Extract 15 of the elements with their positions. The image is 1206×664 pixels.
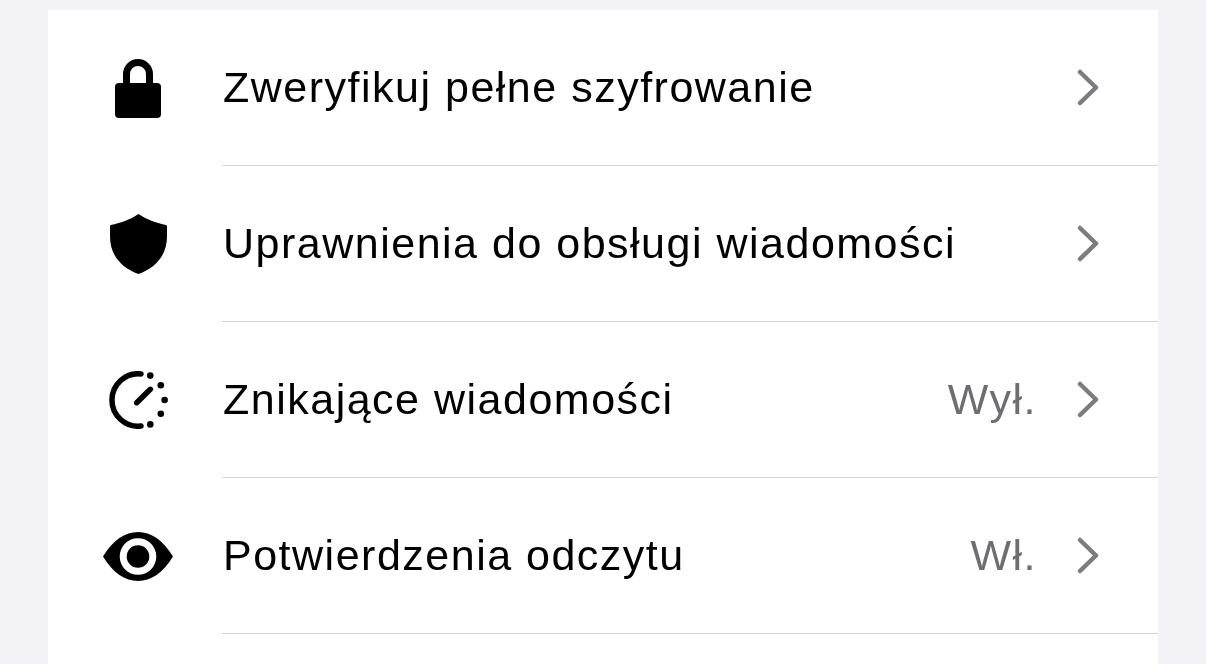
eye-icon [103,531,173,581]
row-value: Wył. [947,375,1037,424]
chevron-icon [1077,225,1099,262]
settings-row[interactable]: Zweryfikuj pełne szyfrowanie [48,10,1158,166]
row-label: Znikające wiadomości [223,375,674,424]
row-label: Uprawnienia do obsługi wiadomości [223,219,957,268]
row-label: Zweryfikuj pełne szyfrowanie [223,63,815,112]
row-label: Potwierdzenia odczytu [223,531,685,580]
chevron-icon [1077,381,1099,418]
row-value: Wł. [970,531,1037,580]
chevron-icon [1077,537,1099,574]
timer-icon [108,371,168,429]
lock-icon [115,58,161,118]
shield-icon [109,214,167,274]
chevron-icon [1077,69,1099,106]
